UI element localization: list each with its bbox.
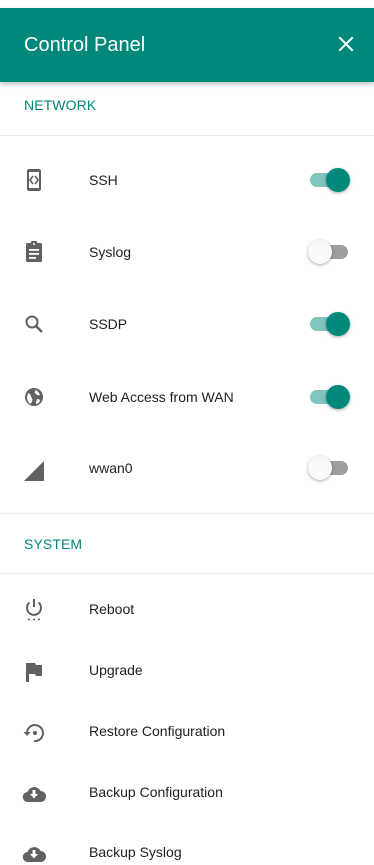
network-item-wwan0[interactable]: wwan0 [0, 432, 374, 504]
system-item-upgrade[interactable]: Upgrade [0, 639, 374, 699]
power-icon [26, 599, 42, 621]
divider [0, 135, 374, 136]
toggle-thumb [326, 312, 350, 336]
network-item-web-access[interactable]: Web Access from WAN [0, 360, 374, 432]
network-item-ssh[interactable]: SSH [0, 144, 374, 216]
system-item-reboot[interactable]: Reboot [0, 579, 374, 639]
toggle-thumb [326, 168, 350, 192]
clipboard-icon [26, 241, 42, 262]
app-header: Control Panel [0, 8, 374, 82]
globe-icon [25, 388, 43, 406]
network-item-ssdp[interactable]: SSDP [0, 288, 374, 360]
divider [0, 513, 374, 514]
flag-icon [26, 663, 42, 682]
restore-icon [23, 724, 44, 743]
system-section-header: SYSTEM [24, 536, 83, 552]
system-item-backup-syslog[interactable]: Backup Syslog [0, 819, 374, 865]
page-title: Control Panel [24, 34, 146, 56]
network-item-label: Web Access from WAN [89, 389, 234, 405]
system-item-backup-configuration[interactable]: Backup Configuration [0, 759, 374, 819]
cloud-download-icon [22, 787, 46, 803]
network-section-header: NETWORK [24, 97, 97, 113]
control-panel: Control Panel NETWORK SSH Syslog SSDP We… [0, 0, 374, 865]
system-item-label: Upgrade [89, 662, 143, 678]
divider [0, 573, 374, 574]
cloud-download-icon [22, 847, 46, 863]
network-item-label: wwan0 [89, 460, 133, 476]
syslog-toggle[interactable] [308, 238, 350, 266]
close-button[interactable] [334, 32, 358, 56]
web-access-toggle[interactable] [310, 383, 350, 411]
system-item-label: Backup Configuration [89, 784, 223, 800]
search-icon [25, 315, 43, 333]
network-item-syslog[interactable]: Syslog [0, 216, 374, 288]
code-icon [27, 169, 41, 191]
ssdp-toggle[interactable] [310, 310, 350, 338]
toggle-thumb [326, 385, 350, 409]
wwan0-toggle[interactable] [308, 454, 350, 482]
toggle-thumb [308, 456, 332, 480]
network-item-label: Syslog [89, 244, 132, 260]
system-item-label: Backup Syslog [89, 844, 182, 860]
network-item-label: SSDP [89, 316, 128, 332]
network-item-label: SSH [89, 172, 118, 188]
toggle-thumb [308, 240, 332, 264]
system-item-label: Reboot [89, 601, 135, 617]
system-item-restore-configuration[interactable]: Restore Configuration [0, 699, 374, 759]
close-icon [338, 36, 354, 52]
system-item-label: Restore Configuration [89, 723, 226, 739]
ssh-toggle[interactable] [310, 166, 350, 194]
signal-icon [24, 461, 44, 481]
